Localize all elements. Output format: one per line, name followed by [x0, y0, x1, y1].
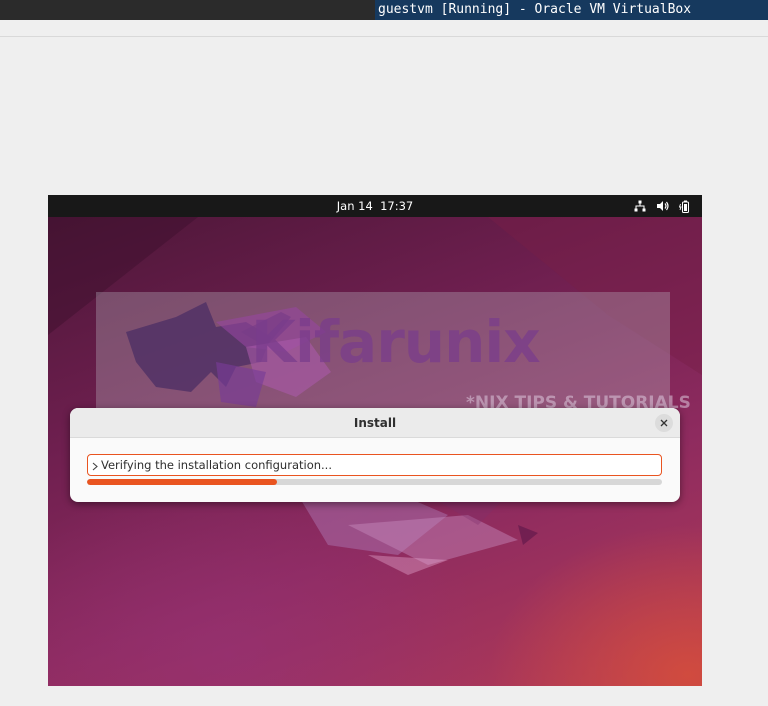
vm-screen[interactable]: Kifarunix *NIX TIPS & TUTORIALS Jan 14 1… [48, 195, 702, 686]
chevron-right-icon [92, 462, 98, 471]
progress-bar [87, 479, 662, 485]
gnome-top-bar: Jan 14 17:37 [48, 195, 702, 217]
status-expander[interactable]: Verifying the installation configuration… [87, 454, 662, 476]
install-dialog: Install Verifying the installation confi… [70, 408, 680, 502]
battery-icon[interactable] [679, 200, 692, 213]
volume-icon[interactable] [656, 200, 669, 212]
dialog-header: Install [70, 408, 680, 438]
watermark-brand: Kifarunix [251, 308, 541, 376]
host-window-title[interactable]: guestvm [Running] - Oracle VM VirtualBox [375, 0, 768, 20]
dialog-title: Install [353, 416, 397, 430]
host-divider [0, 36, 768, 37]
clock[interactable]: Jan 14 17:37 [48, 195, 702, 217]
system-tray[interactable] [634, 195, 692, 217]
network-icon[interactable] [634, 200, 646, 212]
close-icon [660, 419, 668, 427]
progress-fill [87, 479, 277, 485]
status-text: Verifying the installation configuration… [101, 458, 332, 472]
clock-date: Jan 14 [336, 199, 373, 213]
close-button[interactable] [655, 414, 673, 432]
clock-time: 17:37 [380, 199, 414, 213]
